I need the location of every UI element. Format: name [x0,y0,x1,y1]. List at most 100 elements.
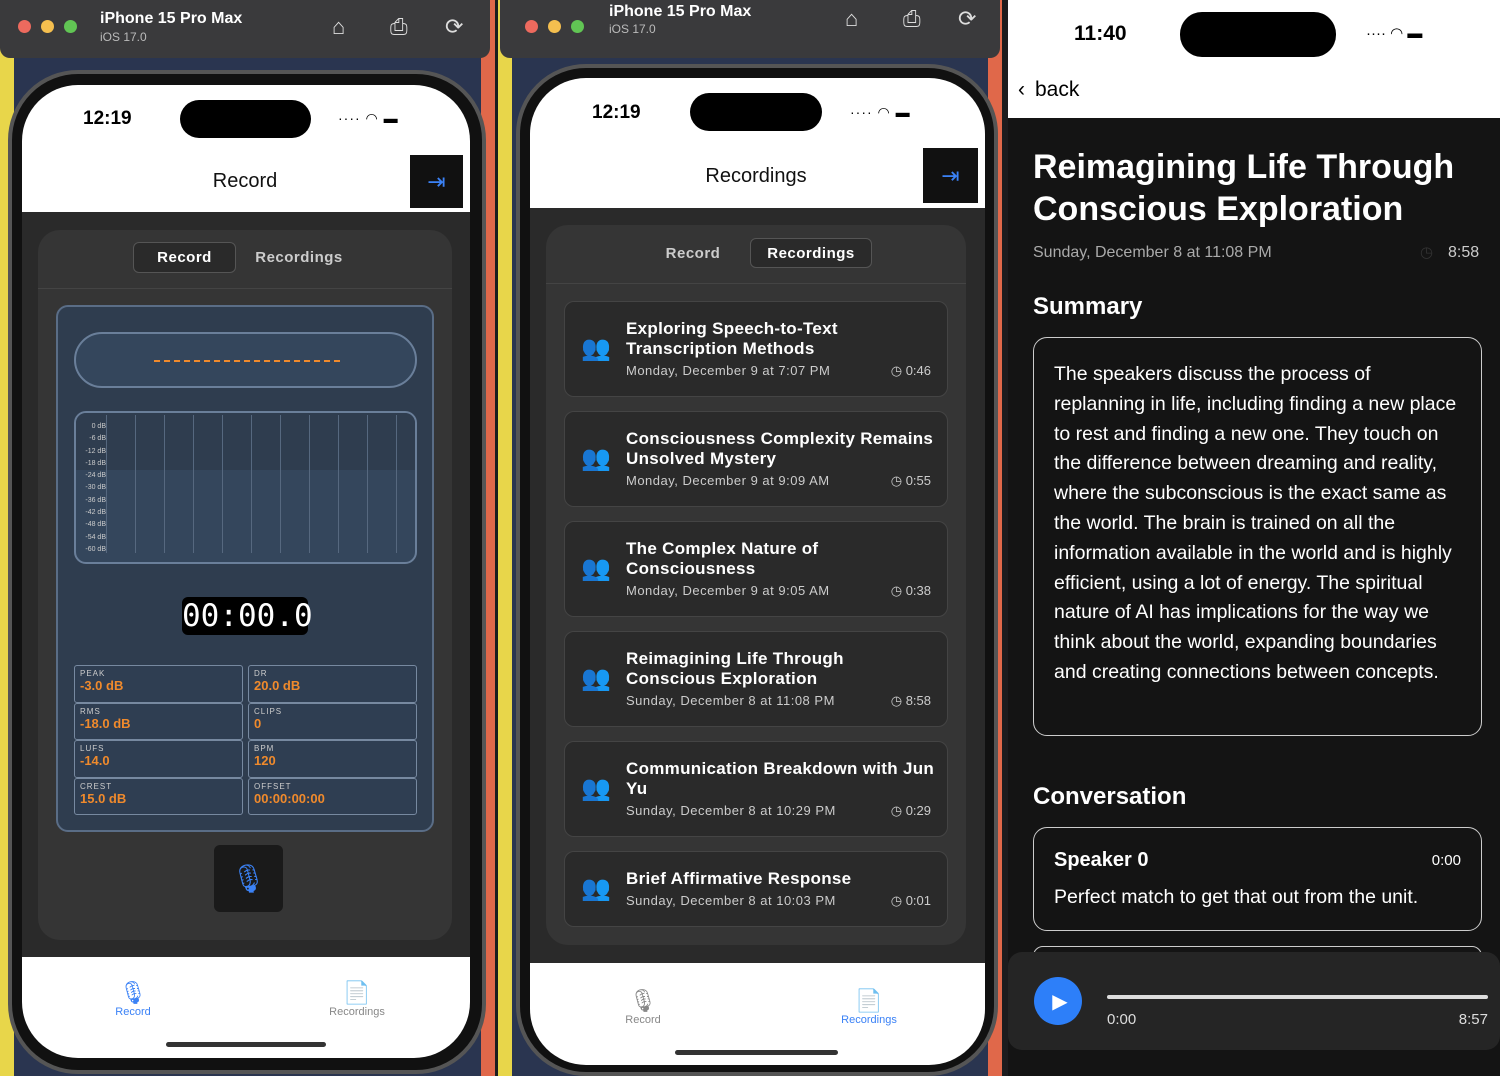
conversation-segment: Speaker 0 0:00 Perfect match to get that… [1033,827,1482,931]
recording-duration: ◷ 0:55 [890,473,931,488]
device-name: iPhone 15 Pro Max [609,3,752,20]
tabbar-record[interactable]: 🎙 Record [115,980,150,1018]
tab-label: Record [115,1006,151,1018]
recording-list-item[interactable]: 👥 The Complex Nature of Consciousness Mond… [564,521,948,617]
logout-button[interactable]: ⇥ [410,155,463,208]
tabbar-recordings[interactable]: 📄 Recordings [841,988,897,1026]
recording-duration: ◷ 8:58 [890,693,931,708]
close-window-button[interactable] [525,20,538,33]
stat-label: CREST [80,781,113,791]
stat-value: 20.0 dB [254,678,301,693]
status-time: 11:40 [1074,22,1127,45]
people-icon: 👥 [581,555,611,582]
meter-bar [367,415,368,553]
device-name: iPhone 15 Pro Max [100,10,243,27]
meter-bar [338,415,339,553]
summary-text: The speakers discuss the process of repl… [1054,363,1457,683]
back-button[interactable]: ‹ back [1018,78,1079,102]
home-icon[interactable]: ⌂ [845,6,858,32]
recording-duration: ◷ 0:01 [890,893,931,908]
stat-label: RMS [80,706,101,716]
summary-box: The speakers discuss the process of repl… [1033,337,1482,736]
tabbar-record[interactable]: 🎙 Record [625,988,660,1026]
divider [546,283,966,284]
zoom-window-button[interactable] [64,20,77,33]
stat-value: 0 [254,715,262,731]
zoom-window-button[interactable] [571,20,584,33]
recording-title: Consciousness Complexity Remains Unsolve… [626,429,934,468]
recording-duration: 8:58 [1448,244,1480,261]
playback-slider[interactable] [1107,995,1488,999]
screenshot-icon[interactable]: ⎙ [903,6,921,32]
tab-label: Record [625,1014,661,1026]
logout-button[interactable]: ⇥ [923,148,978,203]
document-icon: 📄 [343,980,371,1005]
segment-time[interactable]: 0:00 [1432,852,1461,869]
meter-bar [309,415,310,553]
meter-bar [222,415,223,553]
recording-list-item[interactable]: 👥 Consciousness Complexity Remains Unsolv… [564,411,948,507]
close-window-button[interactable] [18,20,31,33]
record-mic-button[interactable]: 🎙 [214,845,283,912]
tab-record[interactable]: Record [133,242,236,273]
stat-value: 120 [254,753,276,768]
rotate-icon[interactable]: ⟳ [445,14,463,40]
tabbar-recordings[interactable]: 📄 Recordings [329,980,385,1018]
recording-list-item[interactable]: 👥 Exploring Speech-to-Text Transcription … [564,301,948,397]
recording-title: Communication Breakdown with Jun Yu [626,759,935,798]
recording-list-item[interactable]: 👥 Communication Breakdown with Jun Yu Sund… [564,741,948,837]
tab-record[interactable]: Record [646,238,740,268]
page-title: Record [212,170,278,192]
meter-bar [280,415,281,553]
recording-duration: ◷ 0:38 [890,583,931,598]
screenshot-icon[interactable]: ⎙ [390,14,408,40]
recording-title: The Complex Nature of Consciousness [626,539,819,578]
audio-player: ▶ 0:00 8:57 [1008,952,1500,1050]
recording-duration: ◷ 0:46 [890,363,931,378]
rotate-icon[interactable]: ⟳ [958,6,976,32]
stat-label: LUFS [80,744,105,753]
play-button[interactable]: ▶ [1034,977,1082,1025]
db-label: -60 dB [85,545,106,553]
db-label: -24 dB [85,472,106,480]
people-icon: 👥 [581,875,611,902]
people-icon: 👥 [581,445,611,472]
clock-icon: ◷ [1420,244,1434,261]
meter-bar [193,415,194,553]
total-time: 8:57 [1458,1011,1488,1028]
os-version: iOS 17.0 [100,30,147,44]
stat-label: OFFSET [254,781,292,791]
stat-cell: OFFSET 00:00:00:00 [248,777,417,815]
stat-label: BPM [254,744,275,753]
home-icon[interactable]: ⌂ [332,14,345,40]
stat-cell: LUFS -14.0 [74,740,243,778]
tab-label: Recordings [329,1006,385,1018]
recording-list-item[interactable]: 👥 Reimagining Life Through Conscious Expl… [564,631,948,727]
stat-cell: RMS -18.0 dB [74,702,243,740]
status-time: 12:19 [83,108,132,129]
minimize-window-button[interactable] [548,20,561,33]
recording-list-item[interactable]: 👥 Brief Affirmative Response Sunday, Decem… [564,851,948,927]
meter-bar [135,415,136,553]
db-label: -18 dB [85,459,106,467]
minimize-window-button[interactable] [41,20,54,33]
db-label: -48 dB [85,521,106,529]
meter-bar [106,415,107,553]
stat-value: 15.0 dB [80,790,127,806]
document-icon: 📄 [855,988,883,1013]
status-icons: ···· ◠ ▬ [338,110,399,126]
people-icon: 👥 [581,665,611,692]
os-version: iOS 17.0 [609,22,656,36]
db-label: -6 dB [89,435,106,443]
tab-recordings[interactable]: Recordings [750,238,872,268]
recording-date: Sunday, December 8 at 11:08 PM [1033,244,1272,261]
home-indicator [675,1050,838,1055]
tab-label: Recordings [841,1014,897,1026]
status-icons: ···· ◠ ▬ [850,104,911,120]
meter-bar [396,415,397,553]
segment-text: Perfect match to get that out from the u… [1054,886,1419,908]
back-label: back [1035,78,1080,101]
people-icon: 👥 [581,335,611,362]
status-time: 12:19 [592,102,641,123]
tab-recordings[interactable]: Recordings [250,242,348,273]
